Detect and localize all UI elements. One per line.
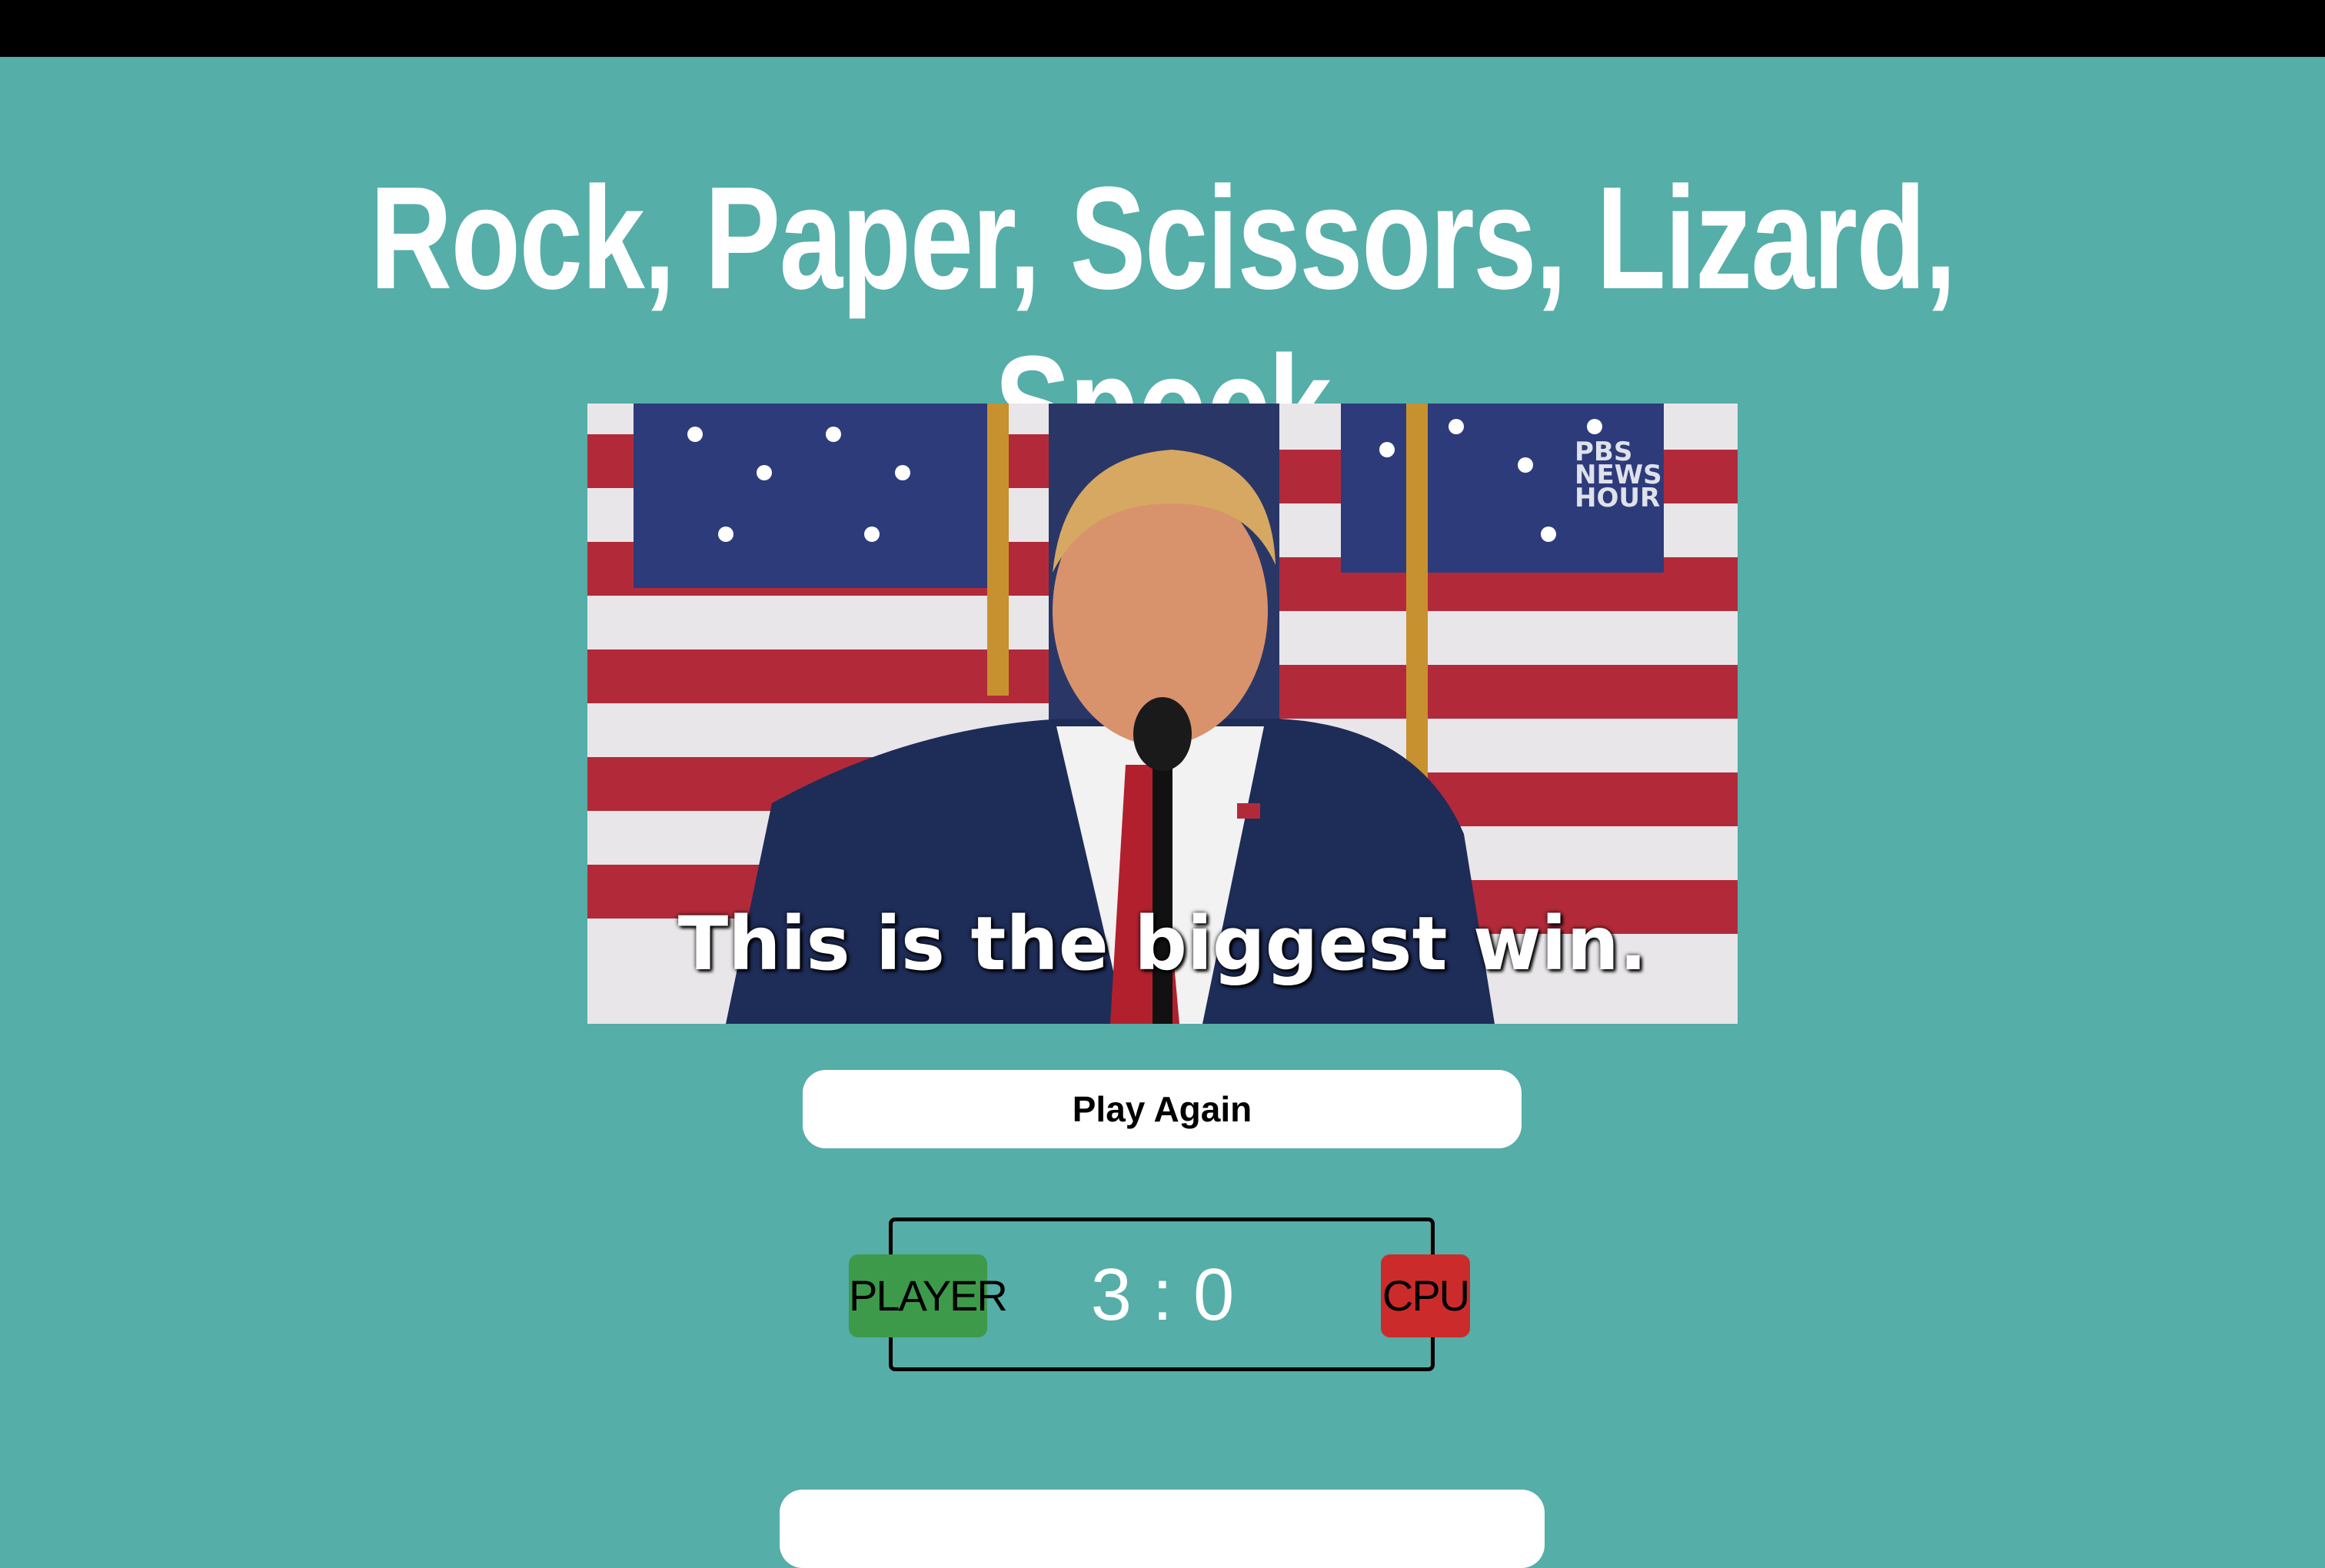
score-display: 3 : 0 [1047, 1249, 1278, 1341]
browser-top-bar [0, 0, 2325, 57]
gif-watermark: PBS NEWS HOUR [1575, 437, 1662, 513]
player-score: 3 [1090, 1254, 1132, 1336]
player-badge: PLAYER [849, 1254, 1008, 1337]
partially-visible-button[interactable] [780, 1490, 1545, 1568]
result-gif: PBS NEWS HOUR This is the biggest win. [587, 404, 1738, 1024]
gif-caption: This is the biggest win. [677, 901, 1648, 987]
score-separator: : [1152, 1254, 1173, 1336]
cpu-score: 0 [1193, 1254, 1235, 1336]
play-again-button[interactable]: Play Again [803, 1070, 1522, 1148]
cpu-badge: CPU [1381, 1254, 1470, 1337]
